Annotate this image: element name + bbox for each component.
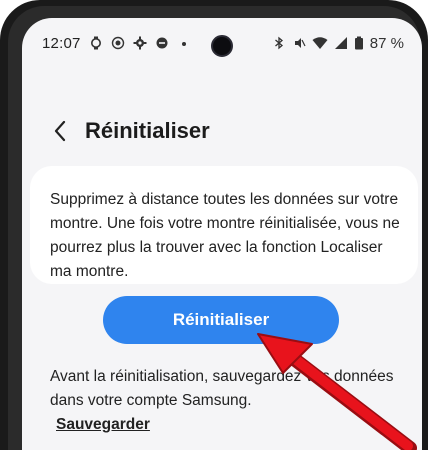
signal-icon [334, 37, 347, 49]
status-right: 87 % [272, 18, 404, 68]
battery-icon [354, 36, 363, 50]
back-button[interactable] [46, 116, 74, 146]
phone-frame: 12:07 87 % Réinitialiser Supprimez à dis… [8, 6, 422, 450]
page-title: Réinitialiser [85, 118, 210, 143]
bluetooth-icon [274, 36, 283, 50]
phone-bezel: 12:07 87 % Réinitialiser Supprimez à dis… [0, 0, 428, 450]
app-header: Réinitialiser [22, 114, 422, 150]
wifi-icon [312, 37, 328, 49]
description-card: Supprimez à distance toutes les données … [30, 166, 418, 284]
record-icon [111, 36, 124, 50]
backup-note: Avant la réinitialisation, sauvegardez v… [50, 368, 394, 409]
reset-button[interactable]: Réinitialiser [103, 296, 339, 344]
status-left: 12:07 [42, 35, 191, 52]
screen: 12:07 87 % Réinitialiser Supprimez à dis… [22, 18, 422, 450]
battery-level: 87 % [369, 34, 404, 52]
minus-circle-icon [156, 37, 168, 49]
gear-icon [133, 36, 147, 50]
chevron-left-icon [54, 120, 66, 142]
description-text: Supprimez à distance toutes les données … [50, 191, 400, 280]
notification-dot-icon [181, 42, 186, 46]
front-camera [211, 35, 233, 57]
watch-icon [90, 36, 101, 50]
status-time: 12:07 [42, 34, 81, 52]
backup-link[interactable]: Sauvegarder [56, 416, 150, 434]
mute-icon [294, 38, 306, 48]
